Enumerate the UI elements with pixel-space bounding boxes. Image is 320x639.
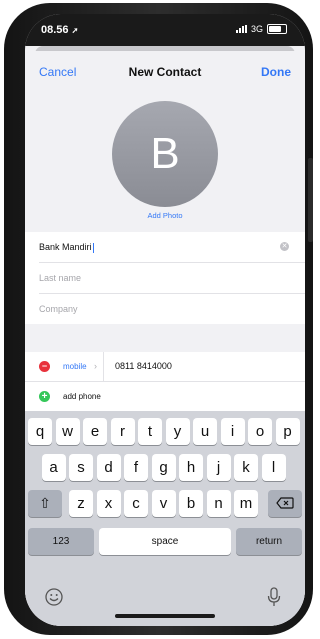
microphone-icon[interactable] — [267, 587, 281, 607]
key-r[interactable]: r — [110, 418, 135, 445]
key-k[interactable]: k — [234, 454, 258, 481]
key-l[interactable]: l — [261, 454, 286, 481]
phone-row: − mobile › 0811 8414000 — [25, 352, 305, 382]
return-key[interactable]: return — [236, 528, 302, 555]
status-right: 3G — [235, 24, 287, 34]
signal-icon — [235, 25, 247, 33]
key-i[interactable]: i — [220, 418, 245, 445]
phone-number-field[interactable]: 0811 8414000 — [115, 361, 172, 371]
key-a[interactable]: a — [41, 454, 66, 481]
company-placeholder: Company — [39, 304, 78, 314]
clear-text-icon[interactable]: ✕ — [280, 242, 289, 251]
chevron-right-icon[interactable]: › — [94, 361, 97, 371]
network-type: 3G — [250, 24, 263, 34]
shift-icon: ⇧ — [39, 495, 51, 511]
phone-label-selector[interactable]: mobile — [63, 362, 87, 371]
key-y[interactable]: y — [165, 418, 190, 445]
key-f[interactable]: f — [124, 454, 148, 481]
battery-icon — [267, 24, 287, 34]
last-name-placeholder: Last name — [39, 273, 82, 283]
divider — [103, 352, 104, 381]
last-name-field[interactable]: Last name — [39, 263, 305, 294]
backspace-key[interactable] — [268, 490, 302, 517]
key-j[interactable]: j — [206, 454, 231, 481]
key-v[interactable]: v — [151, 490, 176, 517]
key-u[interactable]: u — [193, 418, 217, 445]
key-z[interactable]: z — [69, 490, 93, 517]
first-name-value: Bank Mandiri — [39, 242, 92, 252]
key-b[interactable]: b — [179, 490, 203, 517]
key-m[interactable]: m — [234, 490, 258, 517]
location-arrow-icon: ➚ — [71, 26, 79, 35]
key-d[interactable]: d — [96, 454, 121, 481]
done-button[interactable]: Done — [261, 65, 291, 79]
first-name-field[interactable]: Bank Mandiri ✕ — [39, 232, 305, 263]
status-time: 08.56 ➚ — [41, 24, 79, 36]
key-o[interactable]: o — [248, 418, 272, 445]
add-phone-row[interactable]: + add phone — [25, 382, 305, 411]
avatar[interactable]: B — [112, 101, 218, 207]
key-s[interactable]: s — [69, 454, 93, 481]
key-x[interactable]: x — [96, 490, 121, 517]
minus-circle-icon[interactable]: − — [39, 361, 50, 372]
text-cursor — [92, 242, 94, 253]
phone-frame: 08.56 ➚ 3G Cancel New Contact Done B Add… — [4, 3, 313, 635]
plus-circle-icon[interactable]: + — [39, 391, 50, 402]
key-c[interactable]: c — [124, 490, 148, 517]
key-q[interactable]: q — [28, 418, 52, 445]
space-key[interactable]: space — [99, 528, 231, 555]
backspace-icon — [276, 497, 294, 509]
emoji-icon[interactable] — [45, 588, 63, 606]
key-w[interactable]: w — [55, 418, 80, 445]
side-button — [308, 158, 313, 242]
key-h[interactable]: h — [179, 454, 203, 481]
phone-fields-group: − mobile › 0811 8414000 + add phone — [25, 352, 305, 411]
key-e[interactable]: e — [83, 418, 107, 445]
key-g[interactable]: g — [151, 454, 176, 481]
key-p[interactable]: p — [275, 418, 300, 445]
add-photo-link[interactable]: Add Photo — [25, 211, 305, 220]
add-phone-label: add phone — [63, 392, 101, 401]
nav-bar: Cancel New Contact Done — [25, 51, 305, 91]
keyboard: q w e r t y u i o p a s d f g h j k l ⇧ … — [25, 411, 305, 626]
company-field[interactable]: Company — [39, 294, 305, 324]
numbers-key[interactable]: 123 — [28, 528, 94, 555]
home-indicator — [115, 614, 215, 618]
status-bar: 08.56 ➚ 3G — [25, 14, 305, 46]
key-t[interactable]: t — [138, 418, 162, 445]
key-n[interactable]: n — [206, 490, 231, 517]
screen: 08.56 ➚ 3G Cancel New Contact Done B Add… — [25, 14, 305, 626]
name-fields-group: Bank Mandiri ✕ Last name Company — [25, 232, 305, 324]
shift-key[interactable]: ⇧ — [28, 490, 62, 517]
